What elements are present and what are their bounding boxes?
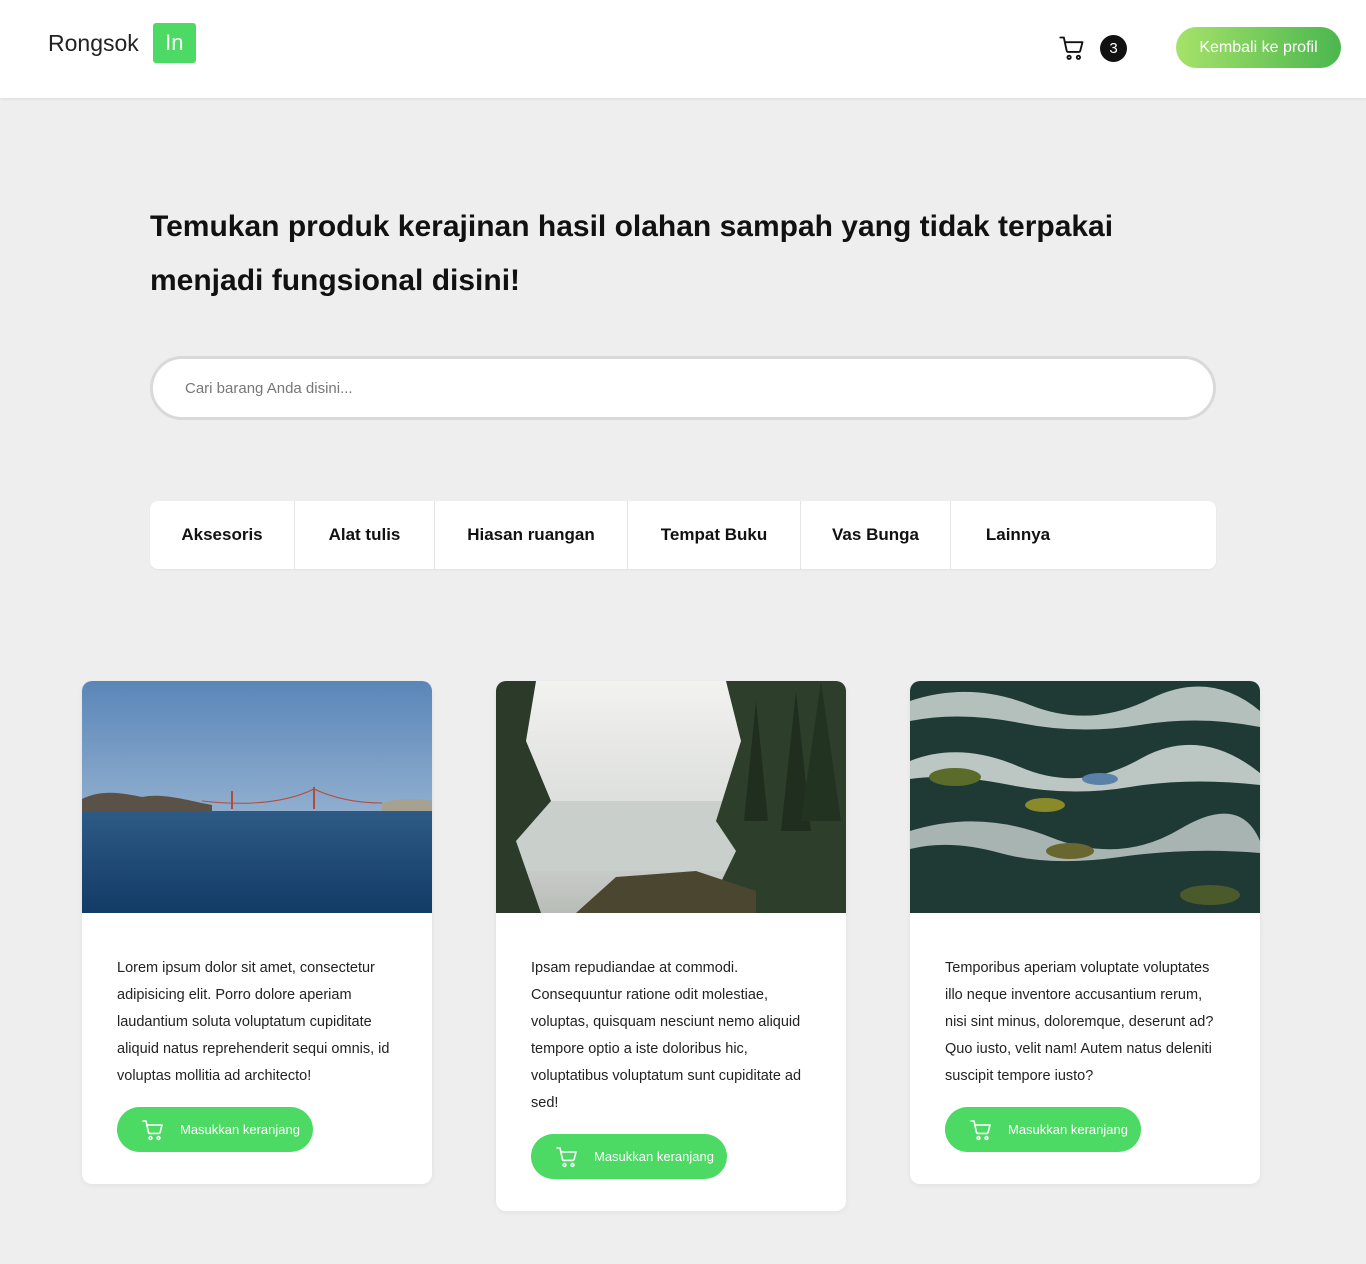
brand-logo[interactable]: Rongsok In xyxy=(48,23,196,63)
category-lainnya[interactable]: Lainnya xyxy=(951,501,1085,569)
shopping-cart-icon xyxy=(1059,36,1084,60)
product-image-river-water xyxy=(910,681,1260,913)
product-image-misty-lake xyxy=(496,681,846,913)
category-vas-bunga[interactable]: Vas Bunga xyxy=(801,501,951,569)
product-card: Lorem ipsum dolor sit amet, consectetur … xyxy=(82,681,432,1184)
product-description: Lorem ipsum dolor sit amet, consectetur … xyxy=(117,960,390,1084)
category-aksesoris[interactable]: Aksesoris xyxy=(150,501,295,569)
product-description: Temporibus aperiam voluptate voluptates … xyxy=(945,960,1214,1084)
category-alat-tulis[interactable]: Alat tulis xyxy=(295,501,435,569)
add-to-cart-label: Masukkan keranjang xyxy=(1008,1122,1128,1137)
product-description: Ipsam repudiandae at commodi. Consequunt… xyxy=(531,960,802,1111)
category-tempat-buku[interactable]: Tempat Buku xyxy=(628,501,801,569)
back-to-profile-button[interactable]: Kembali ke profil xyxy=(1176,27,1341,68)
page-title: Temukan produk kerajinan hasil olahan sa… xyxy=(150,210,1114,297)
product-card-body: Ipsam repudiandae at commodi. Consequunt… xyxy=(496,913,846,1211)
category-tabs: Aksesoris Alat tulis Hiasan ruangan Temp… xyxy=(150,501,1216,569)
brand-text: Rongsok xyxy=(48,29,139,56)
cart-button[interactable]: 3 xyxy=(1058,34,1127,62)
product-card: Ipsam repudiandae at commodi. Consequunt… xyxy=(496,681,846,1211)
product-image-bay-bridge xyxy=(82,681,432,913)
product-card-body: Temporibus aperiam voluptate voluptates … xyxy=(910,913,1260,1184)
brand-badge: In xyxy=(152,23,196,63)
add-to-cart-button[interactable]: Masukkan keranjang xyxy=(117,1107,313,1152)
product-card-body: Lorem ipsum dolor sit amet, consectetur … xyxy=(82,913,432,1184)
add-to-cart-label: Masukkan keranjang xyxy=(594,1149,714,1164)
navbar: Rongsok In 3 Kembali ke profil xyxy=(0,0,1366,98)
shopping-cart-icon xyxy=(556,1146,577,1167)
shopping-cart-icon xyxy=(142,1119,163,1140)
add-to-cart-label: Masukkan keranjang xyxy=(180,1122,300,1137)
category-hiasan-ruangan[interactable]: Hiasan ruangan xyxy=(435,501,628,569)
search-bar xyxy=(150,356,1216,420)
search-input[interactable] xyxy=(150,356,1216,420)
product-card: Temporibus aperiam voluptate voluptates … xyxy=(910,681,1260,1184)
cart-count-badge: 3 xyxy=(1100,34,1127,62)
add-to-cart-button[interactable]: Masukkan keranjang xyxy=(531,1134,727,1179)
shopping-cart-icon xyxy=(970,1119,991,1140)
add-to-cart-button[interactable]: Masukkan keranjang xyxy=(945,1107,1141,1152)
